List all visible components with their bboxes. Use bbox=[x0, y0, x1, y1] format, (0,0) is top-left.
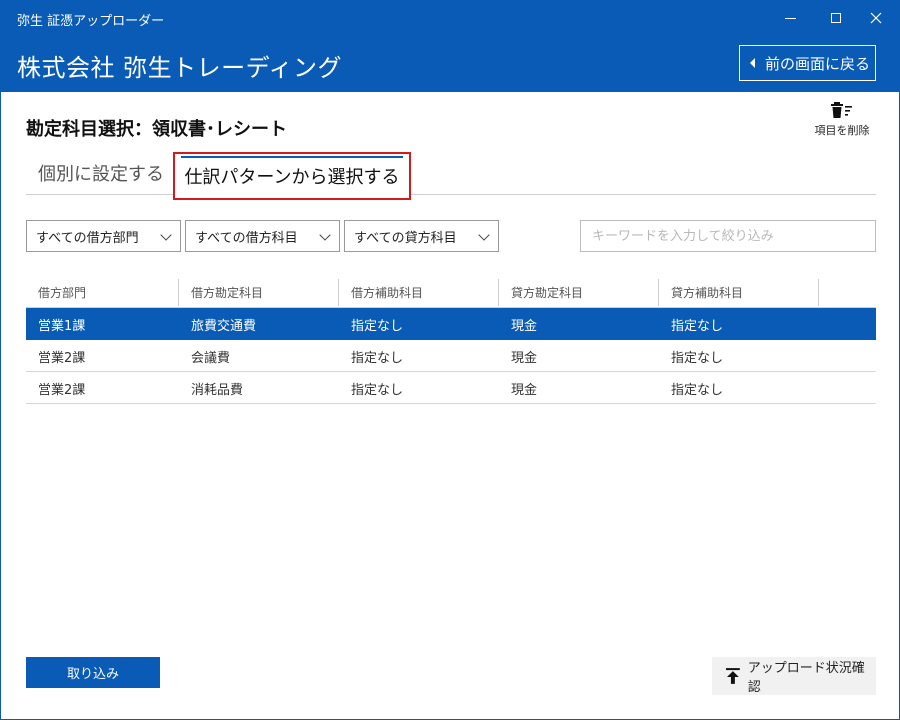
cell-credit-account: 現金 bbox=[511, 382, 538, 398]
cell-debit-account: 消耗品費 bbox=[191, 382, 244, 398]
close-button[interactable] bbox=[853, 1, 899, 35]
delete-item-label: 項目を削除 bbox=[814, 124, 870, 137]
maximize-icon bbox=[831, 13, 841, 23]
company-name: 株式会社 弥生トレーディング bbox=[17, 54, 342, 82]
upload-arrow-icon bbox=[726, 668, 740, 684]
active-tab-indicator bbox=[181, 156, 403, 158]
tab-individual[interactable]: 個別に設定する bbox=[38, 151, 164, 195]
debit-dept-value: すべての借方部門 bbox=[36, 230, 139, 246]
cell-debit-sub-account: 指定なし bbox=[351, 318, 404, 334]
tab-pattern[interactable]: 仕訳パターンから選択する bbox=[173, 152, 411, 200]
page-title: 勘定科目選択：領収書･レシート bbox=[26, 119, 287, 140]
column-header-debit-dept[interactable]: 借方部門 bbox=[26, 277, 179, 308]
back-button[interactable]: 前の画面に戻る bbox=[739, 45, 876, 81]
chevron-left-icon bbox=[750, 58, 755, 68]
column-header-credit-sub-account[interactable]: 貸方補助科目 bbox=[659, 277, 819, 308]
cell-debit-account: 旅費交通費 bbox=[191, 318, 257, 334]
trash-icon bbox=[831, 102, 852, 118]
column-header-debit-sub-account[interactable]: 借方補助科目 bbox=[339, 277, 499, 308]
table-header: 借方部門 借方勘定科目 借方補助科目 貸方勘定科目 貸方補助科目 bbox=[26, 277, 876, 308]
cell-credit-account: 現金 bbox=[511, 350, 538, 366]
tab-pattern-label: 仕訳パターンから選択する bbox=[184, 167, 400, 188]
journal-pattern-table: 借方部門 借方勘定科目 借方補助科目 貸方勘定科目 貸方補助科目 営業1課 旅費… bbox=[26, 277, 876, 404]
chevron-down-icon bbox=[319, 229, 331, 241]
close-icon bbox=[870, 12, 882, 24]
debit-account-value: すべての借方科目 bbox=[195, 230, 298, 246]
chevron-down-icon bbox=[478, 229, 490, 241]
credit-account-value: すべての貸方科目 bbox=[354, 230, 457, 246]
credit-account-select[interactable]: すべての貸方科目 bbox=[344, 220, 499, 252]
cell-debit-sub-account: 指定なし bbox=[351, 382, 404, 398]
cell-credit-sub-account: 指定なし bbox=[671, 382, 724, 398]
debit-account-select[interactable]: すべての借方科目 bbox=[185, 220, 340, 252]
debit-dept-select[interactable]: すべての借方部門 bbox=[26, 220, 181, 252]
keyword-search-input[interactable] bbox=[580, 220, 876, 252]
chevron-down-icon bbox=[160, 229, 172, 241]
app-title: 弥生 証憑アップローダー bbox=[17, 14, 165, 29]
minimize-icon bbox=[784, 17, 796, 19]
back-button-label: 前の画面に戻る bbox=[765, 54, 871, 73]
delete-item-button[interactable]: 項目を削除 bbox=[807, 101, 877, 138]
table-row[interactable]: 営業2課 会議費 指定なし 現金 指定なし bbox=[26, 340, 876, 372]
cell-debit-dept: 営業2課 bbox=[38, 350, 86, 366]
tab-bar: 個別に設定する 仕訳パターンから選択する bbox=[26, 151, 876, 200]
cell-debit-account: 会議費 bbox=[191, 350, 231, 366]
import-button[interactable]: 取り込み bbox=[26, 657, 160, 688]
cell-credit-account: 現金 bbox=[511, 318, 538, 334]
minimize-button[interactable] bbox=[767, 1, 813, 35]
tab-individual-label: 個別に設定する bbox=[38, 164, 164, 185]
upload-status-button[interactable]: アップロード状況確認 bbox=[712, 657, 876, 695]
app-window: 弥生 証憑アップローダー 株式会社 弥生トレーディング 前の画面に戻る 勘定科目… bbox=[0, 0, 900, 720]
cell-debit-dept: 営業1課 bbox=[38, 318, 86, 334]
cell-debit-sub-account: 指定なし bbox=[351, 350, 404, 366]
table-row[interactable]: 営業1課 旅費交通費 指定なし 現金 指定なし bbox=[26, 308, 876, 340]
upload-status-label: アップロード状況確認 bbox=[747, 661, 865, 695]
column-header-credit-account[interactable]: 貸方勘定科目 bbox=[499, 277, 659, 308]
column-header-debit-account[interactable]: 借方勘定科目 bbox=[179, 277, 339, 308]
cell-credit-sub-account: 指定なし bbox=[671, 350, 724, 366]
cell-credit-sub-account: 指定なし bbox=[671, 318, 724, 334]
title-bar: 弥生 証憑アップローダー bbox=[1, 1, 899, 35]
app-header: 株式会社 弥生トレーディング 前の画面に戻る bbox=[1, 35, 899, 92]
cell-debit-dept: 営業2課 bbox=[38, 382, 86, 398]
table-row[interactable]: 営業2課 消耗品費 指定なし 現金 指定なし bbox=[26, 372, 876, 404]
